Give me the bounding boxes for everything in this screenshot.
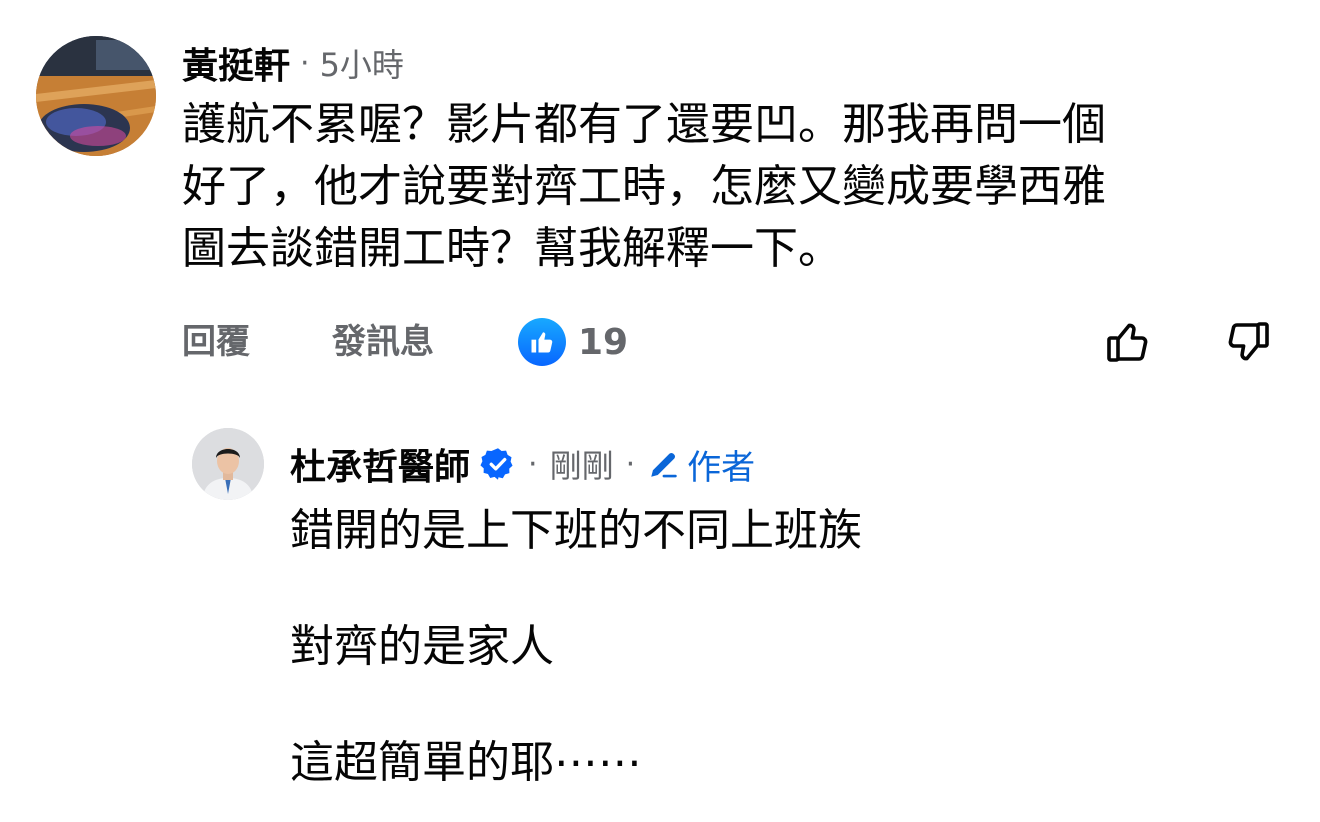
- reply-paragraph: 這超簡單的耶⋯⋯: [290, 737, 642, 788]
- comment-header: 黃挺軒 · 5小時: [182, 38, 404, 88]
- replier-name[interactable]: 杜承哲醫師: [290, 438, 470, 490]
- reply-header: 杜承哲醫師 · 剛剛 · 作者: [290, 438, 755, 490]
- comment-text-line: 護航不累喔？影片都有了還要凹。那我再問一個: [182, 99, 1106, 150]
- thumbs-up-outline-icon[interactable]: [1102, 316, 1154, 368]
- like-count: 19: [578, 321, 629, 363]
- reply-text: 錯開的是上下班的不同上班族 對齊的是家人 這超簡單的耶⋯⋯: [290, 500, 862, 794]
- comment-text-line: 好了，他才說要對齊工時，怎麼又變成要學西雅: [182, 161, 1106, 212]
- commenter-avatar[interactable]: [36, 36, 156, 156]
- send-message-button[interactable]: 發訊息: [332, 316, 434, 368]
- comment-timestamp[interactable]: 5小時: [320, 40, 404, 86]
- replier-avatar-image: [192, 428, 264, 500]
- meta-separator: ·: [625, 446, 636, 482]
- comment-text-line: 圖去談錯開工時？幫我解釋一下。: [182, 223, 842, 274]
- thumbs-up-icon: [518, 318, 566, 366]
- pencil-icon: [651, 452, 677, 478]
- reply-button[interactable]: 回覆: [182, 316, 250, 368]
- meta-separator: ·: [300, 45, 310, 81]
- commenter-avatar-image: [36, 36, 156, 156]
- reaction-summary[interactable]: 19: [518, 316, 628, 368]
- comment-actions: 回覆 發訊息 19: [182, 316, 1282, 368]
- reply-timestamp[interactable]: 剛剛: [550, 441, 614, 487]
- reply-paragraph: 錯開的是上下班的不同上班族: [290, 505, 862, 556]
- verified-badge-icon: [480, 446, 516, 482]
- thumbs-down-outline-icon[interactable]: [1222, 316, 1274, 368]
- replier-avatar[interactable]: [192, 428, 264, 500]
- commenter-name[interactable]: 黃挺軒: [182, 37, 290, 89]
- author-badge-label: 作者: [687, 447, 756, 488]
- reply-paragraph: 對齊的是家人: [290, 621, 554, 672]
- meta-separator: ·: [528, 446, 538, 482]
- comment-text: 護航不累喔？影片都有了還要凹。那我再問一個 好了，他才說要對齊工時，怎麼又變成要…: [182, 94, 1262, 280]
- author-badge: 作者: [647, 440, 755, 489]
